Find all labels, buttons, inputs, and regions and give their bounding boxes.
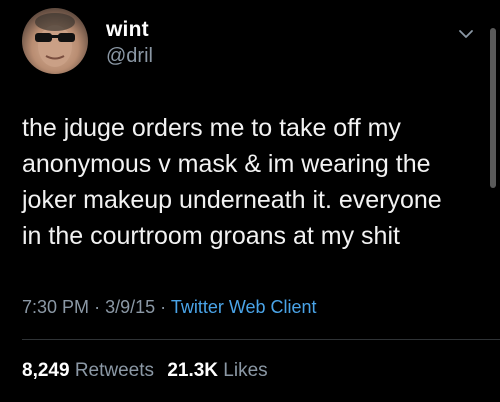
tweet-time: 7:30 PM (22, 297, 90, 317)
retweets-count: 8,249 (22, 360, 70, 381)
likes-count: 21.3K (167, 360, 219, 381)
meta-separator: · (160, 297, 167, 317)
user-handle[interactable]: @dril (106, 45, 153, 68)
divider (22, 339, 500, 340)
likes-stat[interactable]: 21.3K Likes (167, 360, 267, 381)
tweet-meta: 7:30 PM · 3/9/15 · Twitter Web Client (22, 297, 317, 318)
retweets-stat[interactable]: 8,249 Retweets (22, 360, 159, 381)
tweet-source-link[interactable]: Twitter Web Client (171, 297, 317, 317)
scrollbar[interactable] (490, 28, 496, 188)
tweet-date: 3/9/15 (105, 297, 156, 317)
avatar[interactable] (22, 8, 88, 74)
chevron-down-icon[interactable] (456, 24, 476, 44)
retweets-label: Retweets (74, 360, 155, 381)
avatar-photo (35, 13, 75, 67)
meta-separator: · (94, 297, 101, 317)
display-name[interactable]: wint (106, 18, 149, 42)
tweet-card: wint @dril the jduge orders me to take o… (0, 0, 500, 402)
tweet-stats: 8,249 Retweets 21.3K Likes (22, 360, 276, 382)
likes-label: Likes (223, 360, 268, 381)
tweet-text: the jduge orders me to take off my anony… (22, 114, 442, 250)
